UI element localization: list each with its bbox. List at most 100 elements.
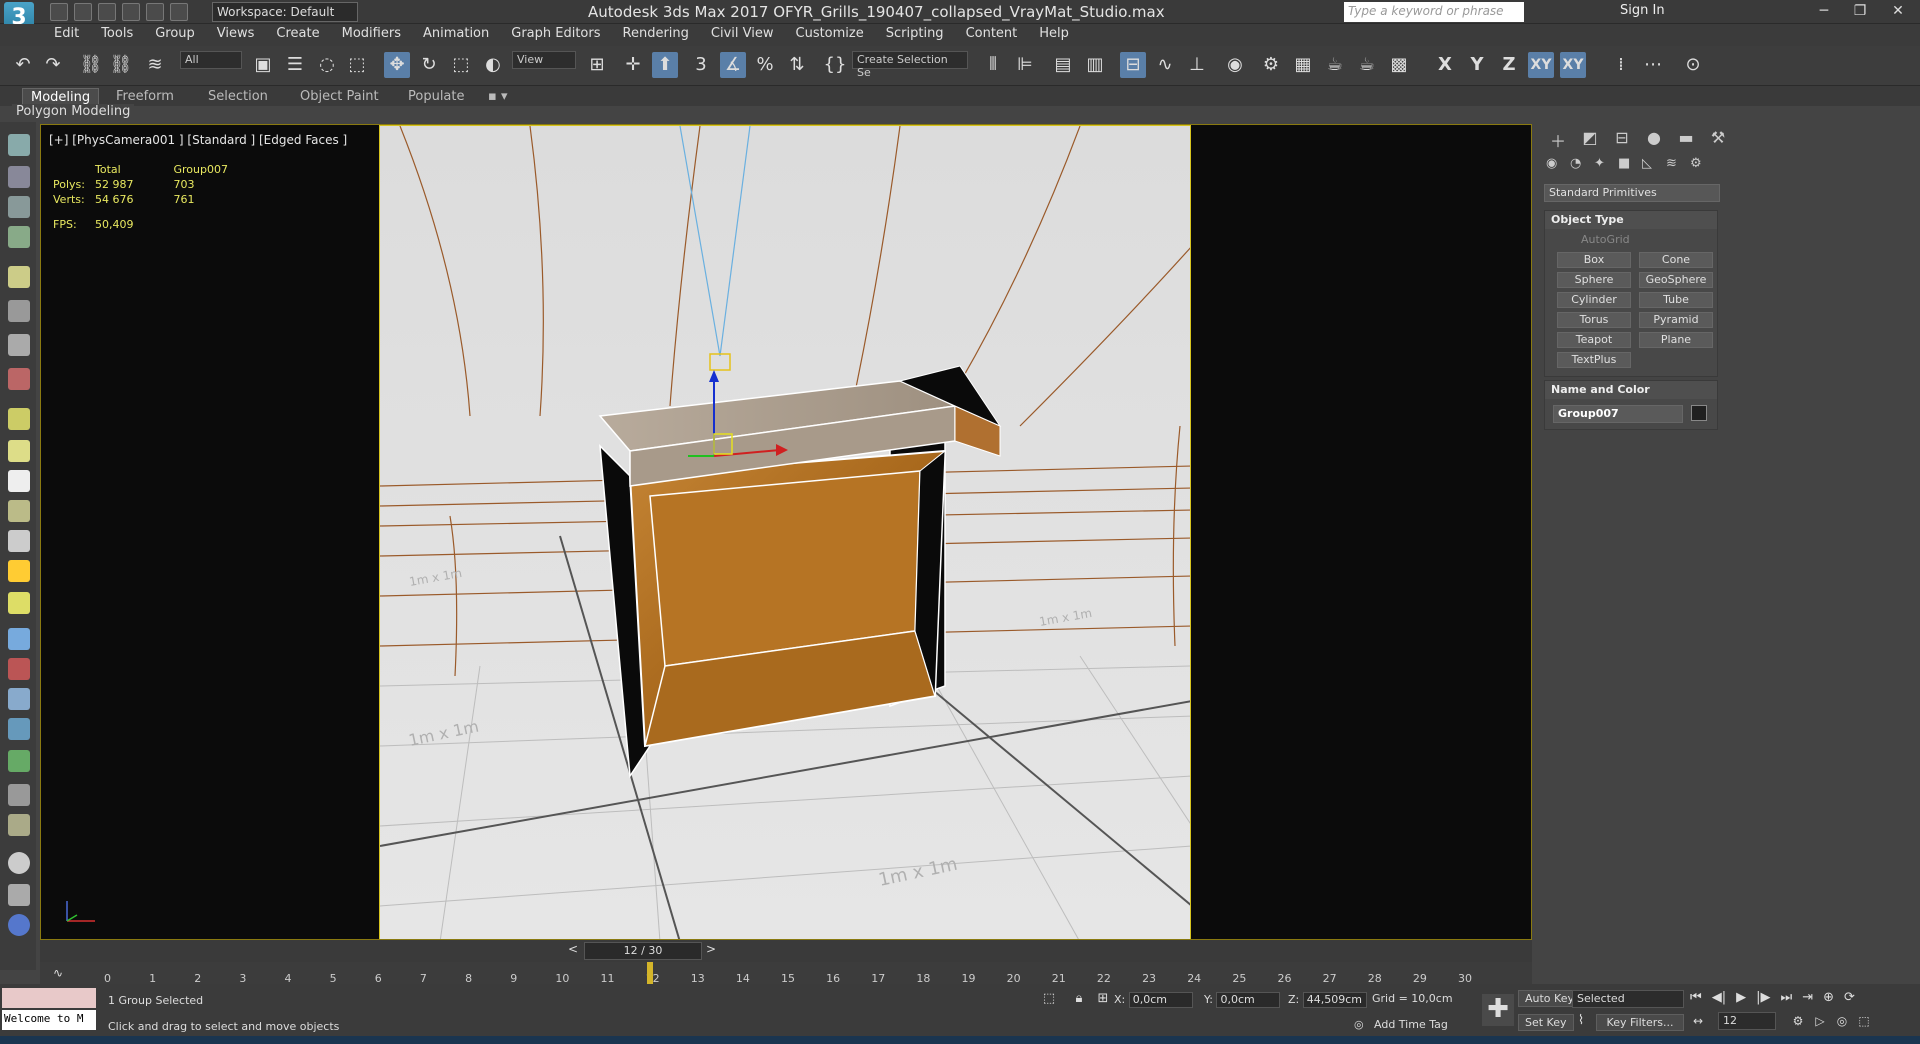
- maxscript-listener[interactable]: [2, 988, 96, 1008]
- menu-animation[interactable]: Animation: [423, 24, 489, 44]
- modify-tab-icon[interactable]: ◩: [1580, 128, 1600, 148]
- key-mode-toggle-icon[interactable]: ⇥: [1802, 990, 1813, 1005]
- menu-tools[interactable]: Tools: [101, 24, 133, 44]
- tab-populate[interactable]: Populate: [408, 88, 465, 106]
- displacement-icon[interactable]: [8, 688, 30, 710]
- ambient-light-icon[interactable]: [8, 592, 30, 614]
- tab-selection[interactable]: Selection: [208, 88, 268, 106]
- menu-graph-editors[interactable]: Graph Editors: [511, 24, 600, 44]
- redo-icon[interactable]: [146, 3, 164, 21]
- time-configuration-icon[interactable]: ⚙: [1790, 1012, 1806, 1030]
- select-scale-icon[interactable]: ⬚: [448, 52, 474, 78]
- array-icon[interactable]: ⋯: [1640, 52, 1666, 78]
- frame-counter[interactable]: 12 / 30: [584, 942, 702, 960]
- key-filters-button[interactable]: Key Filters...: [1596, 1014, 1684, 1031]
- fur-icon[interactable]: [8, 628, 30, 650]
- proxy-icon[interactable]: [8, 658, 30, 680]
- object-name-field[interactable]: Group007: [1553, 405, 1683, 423]
- axis-xy-button[interactable]: XY: [1528, 52, 1554, 78]
- axis-x-button[interactable]: X: [1432, 52, 1458, 78]
- menu-views[interactable]: Views: [217, 24, 255, 44]
- shapes-icon[interactable]: ◔: [1570, 156, 1586, 172]
- name-color-title[interactable]: Name and Color: [1545, 381, 1717, 399]
- layer-explorer-icon[interactable]: ▤: [1050, 52, 1076, 78]
- utilities-tab-icon[interactable]: ⚒: [1708, 128, 1728, 148]
- plane-button[interactable]: Plane: [1639, 332, 1713, 348]
- box-button[interactable]: Box: [1557, 252, 1631, 268]
- render-iterative-icon[interactable]: ☕: [1354, 52, 1380, 78]
- z-coordinate-field[interactable]: 44,509cm: [1302, 992, 1367, 1008]
- default-tangent-icon[interactable]: ⌇: [1572, 1012, 1590, 1030]
- isolate-selection-icon[interactable]: ⬚: [1040, 990, 1058, 1008]
- primitive-category-dropdown[interactable]: Standard Primitives: [1544, 184, 1720, 202]
- selection-region-icon[interactable]: ◌: [314, 52, 340, 78]
- motion-tab-icon[interactable]: ●: [1644, 128, 1664, 148]
- layer-icon[interactable]: [8, 226, 30, 248]
- camera-icon[interactable]: [8, 334, 30, 356]
- menu-customize[interactable]: Customize: [796, 24, 864, 44]
- render-frame-icon[interactable]: ▦: [1290, 52, 1316, 78]
- scene-explorer-icon[interactable]: ⊟: [1120, 52, 1146, 78]
- render-production-icon[interactable]: ☕: [1322, 52, 1348, 78]
- undo-icon[interactable]: [122, 3, 140, 21]
- edit-named-selection-icon[interactable]: {}: [822, 52, 848, 78]
- object-color-swatch[interactable]: [1691, 405, 1707, 421]
- spinner-snap-icon[interactable]: ⇅: [784, 52, 810, 78]
- tab-object-paint[interactable]: Object Paint: [300, 88, 379, 106]
- texture-icon[interactable]: [8, 814, 30, 836]
- object-type-title[interactable]: Object Type: [1545, 211, 1717, 229]
- sphere-light-icon[interactable]: [8, 470, 30, 492]
- workspace-selector[interactable]: Workspace: Default: [212, 2, 358, 22]
- schematic-view-icon[interactable]: ⊥: [1184, 52, 1210, 78]
- key-mode-dropdown[interactable]: Selected: [1572, 990, 1684, 1008]
- select-move-icon[interactable]: ✥: [384, 52, 410, 78]
- display-tab-icon[interactable]: ▬: [1676, 128, 1696, 148]
- select-rotate-icon[interactable]: ↻: [416, 52, 442, 78]
- pyramid-button[interactable]: Pyramid: [1639, 312, 1713, 328]
- sphere-button[interactable]: Sphere: [1557, 272, 1631, 288]
- play-icon[interactable]: ▶: [1736, 990, 1746, 1005]
- named-selection-dropdown[interactable]: Create Selection Se: [852, 51, 968, 79]
- go-to-end-icon[interactable]: ⏭: [1780, 990, 1792, 1005]
- geosphere-button[interactable]: GeoSphere: [1639, 272, 1713, 288]
- menu-create[interactable]: Create: [276, 24, 319, 44]
- light-icon[interactable]: [8, 266, 30, 288]
- menu-group[interactable]: Group: [155, 24, 195, 44]
- menu-scripting[interactable]: Scripting: [886, 24, 944, 44]
- next-frame-arrow-icon[interactable]: >: [704, 940, 718, 958]
- cameras-icon[interactable]: ■: [1618, 156, 1634, 172]
- menu-rendering[interactable]: Rendering: [623, 24, 689, 44]
- search-input[interactable]: Type a keyword or phrase: [1344, 2, 1524, 22]
- curve-editor-icon[interactable]: ∿: [1152, 52, 1178, 78]
- geometry-icon[interactable]: ◉: [1546, 156, 1562, 172]
- material-sphere-icon[interactable]: [8, 852, 30, 874]
- helper-icon[interactable]: [8, 300, 30, 322]
- time-slider[interactable]: [40, 940, 1532, 962]
- angle-snap-icon[interactable]: ∡: [720, 52, 746, 78]
- maximize-viewport-icon[interactable]: ⬚: [1856, 1012, 1872, 1030]
- previous-frame-icon[interactable]: ◀|: [1712, 990, 1726, 1005]
- axis-z-button[interactable]: Z: [1496, 52, 1522, 78]
- mesh-light-icon[interactable]: [8, 500, 30, 522]
- lock-selection-icon[interactable]: 🔒︎: [1070, 990, 1088, 1008]
- physical-camera-icon[interactable]: [8, 718, 30, 740]
- tube-button[interactable]: Tube: [1639, 292, 1713, 308]
- select-object-icon[interactable]: ▣: [250, 52, 276, 78]
- close-icon[interactable]: ✕: [1884, 2, 1912, 20]
- new-file-icon[interactable]: [50, 3, 68, 21]
- open-file-icon[interactable]: [74, 3, 92, 21]
- percent-snap-icon[interactable]: %: [752, 52, 778, 78]
- orbit-icon[interactable]: ⟳: [1844, 990, 1855, 1005]
- keyboard-shortcut-override-icon[interactable]: ⬆: [652, 52, 678, 78]
- reference-coordinate-dropdown[interactable]: View: [512, 51, 576, 69]
- torus-button[interactable]: Torus: [1557, 312, 1631, 328]
- previous-frame-arrow-icon[interactable]: <: [566, 940, 580, 958]
- menu-modifiers[interactable]: Modifiers: [342, 24, 401, 44]
- placement-icon[interactable]: ◐: [480, 52, 506, 78]
- polygon-modeling-panel[interactable]: Polygon Modeling: [12, 104, 135, 122]
- converter-icon[interactable]: [8, 884, 30, 906]
- systems-icon[interactable]: ⚙: [1690, 156, 1706, 172]
- pivot-center-icon[interactable]: ⊞: [584, 52, 610, 78]
- render-setup-icon[interactable]: ⚙: [1258, 52, 1284, 78]
- scene-explorer-icon[interactable]: [8, 166, 30, 188]
